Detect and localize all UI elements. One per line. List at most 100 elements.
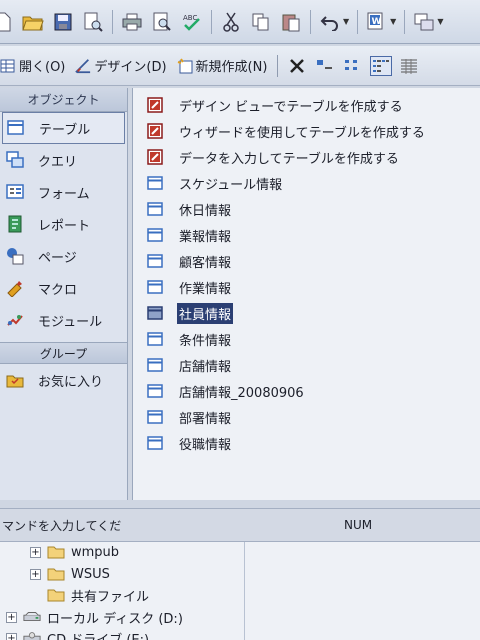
undo-dropdown-icon[interactable]: ▼	[343, 17, 349, 26]
new-file-icon[interactable]	[0, 11, 14, 33]
analyze-icon[interactable]	[413, 11, 435, 33]
table-item[interactable]: 部署情報	[147, 406, 233, 428]
open-folder-icon[interactable]	[22, 11, 44, 33]
toolbar-separator	[112, 9, 113, 34]
table-item[interactable]: 作業情報	[147, 276, 233, 298]
tree-item-label: ローカル ディスク (D:)	[47, 611, 183, 627]
object-modules[interactable]: モジュール	[0, 304, 127, 336]
table-name: 店舗情報	[179, 359, 232, 375]
group-favorites[interactable]: お気に入り	[0, 364, 127, 396]
table-name: 社員情報	[177, 302, 234, 324]
spellcheck-icon[interactable]: ABC	[181, 11, 203, 33]
table-icon	[147, 331, 163, 347]
report-icon	[6, 215, 24, 233]
small-icons-view-icon[interactable]	[342, 56, 364, 76]
object-tables[interactable]: テーブル	[2, 112, 125, 144]
tree-item-wsus[interactable]: + WSUS	[30, 564, 110, 584]
table-item[interactable]: 顧客情報	[147, 250, 233, 272]
shortcut-wizard[interactable]: ウィザードを使用してテーブルを作成する	[147, 120, 427, 142]
table-list-pane: デザイン ビューでテーブルを作成する ウィザードを使用してテーブルを作成する デ…	[132, 88, 480, 500]
delete-icon[interactable]	[286, 56, 308, 76]
table-icon	[147, 357, 163, 373]
expand-icon[interactable]: +	[30, 546, 41, 558]
design-shortcut-icon	[147, 97, 163, 113]
shortcut-design-view[interactable]: デザイン ビューでテーブルを作成する	[147, 94, 405, 116]
status-bar: マンドを入力してくだ NUM	[0, 508, 480, 542]
table-name: 休日情報	[179, 203, 232, 219]
cut-icon[interactable]	[220, 11, 242, 33]
open-table-icon	[0, 58, 16, 74]
undo-icon[interactable]	[319, 11, 341, 33]
tree-item-label: wmpub	[71, 544, 120, 560]
new-button[interactable]: 新規作成(N)	[177, 56, 268, 75]
page-icon	[6, 247, 24, 265]
shortcut-label: データを入力してテーブルを作成する	[179, 151, 399, 167]
expand-icon[interactable]: +	[6, 632, 17, 640]
save-icon[interactable]	[52, 11, 74, 33]
object-queries[interactable]: クエリ	[0, 144, 127, 176]
groups-header[interactable]: グループ	[0, 342, 127, 364]
expand-icon[interactable]: +	[6, 611, 17, 623]
tree-item-cd-drive-e[interactable]: + CD ドライブ (E:)	[6, 628, 149, 640]
table-icon	[147, 435, 163, 451]
table-icon	[147, 253, 163, 269]
table-name: 作業情報	[179, 281, 232, 297]
svg-text:ABC: ABC	[183, 14, 197, 22]
office-links-icon[interactable]: W	[366, 11, 388, 33]
status-message: マンドを入力してくだ	[2, 518, 122, 533]
tree-item-wmpub[interactable]: + wmpub	[30, 542, 119, 562]
print-preview-icon[interactable]	[151, 11, 173, 33]
open-button-label: 開く(O)	[19, 60, 66, 75]
object-pages[interactable]: ページ	[0, 240, 127, 272]
expand-icon[interactable]: +	[30, 568, 41, 580]
table-item[interactable]: 条件情報	[147, 328, 233, 350]
file-search-icon[interactable]	[82, 11, 104, 33]
design-button-label: デザイン(D)	[94, 60, 167, 75]
table-item-selected[interactable]: 社員情報	[147, 302, 234, 324]
object-macros[interactable]: マクロ	[0, 272, 127, 304]
table-item[interactable]: 役職情報	[147, 432, 233, 454]
object-forms[interactable]: フォーム	[0, 176, 127, 208]
table-item[interactable]: 店舗情報	[147, 354, 233, 376]
office-links-dropdown-icon[interactable]: ▼	[390, 17, 396, 26]
table-icon	[147, 227, 163, 243]
tree-item-label: CD ドライブ (E:)	[47, 632, 150, 640]
print-icon[interactable]	[121, 11, 143, 33]
analyze-dropdown-icon[interactable]: ▼	[437, 17, 443, 26]
folder-icon	[47, 567, 65, 581]
table-item[interactable]: 休日情報	[147, 198, 233, 220]
database-window-toolbar: 開く(O) デザイン(D) 新規作成(N)	[0, 46, 480, 86]
open-button[interactable]: 開く(O)	[0, 56, 65, 75]
toolbar-separator	[211, 9, 212, 34]
tree-item-shared-files[interactable]: 共有ファイル	[47, 585, 149, 605]
list-view-icon[interactable]	[370, 55, 393, 76]
table-item[interactable]: スケジュール情報	[147, 172, 284, 194]
table-icon	[147, 279, 163, 295]
new-object-icon	[177, 57, 193, 74]
group-favorites-label: お気に入り	[38, 374, 104, 390]
copy-icon[interactable]	[250, 11, 272, 33]
objects-header[interactable]: オブジェクト	[0, 88, 127, 112]
paste-icon[interactable]	[280, 11, 302, 33]
folder-icon	[47, 545, 65, 559]
toolbar-separator	[310, 9, 311, 34]
object-tables-label: テーブル	[39, 122, 91, 138]
form-icon	[6, 183, 24, 201]
object-reports[interactable]: レポート	[0, 208, 127, 240]
details-view-icon[interactable]	[398, 56, 420, 76]
table-icon	[147, 201, 163, 217]
table-item[interactable]: 業報情報	[147, 224, 233, 246]
large-icons-view-icon[interactable]	[314, 56, 336, 76]
wizard-shortcut-icon	[147, 123, 163, 139]
explorer-divider	[244, 542, 245, 640]
tree-item-local-disk-d[interactable]: + ローカル ディスク (D:)	[6, 607, 183, 627]
table-name: 店舗情報_20080906	[179, 385, 304, 401]
design-button[interactable]: デザイン(D)	[75, 56, 167, 75]
macro-icon	[6, 279, 24, 297]
table-item[interactable]: 店舗情報_20080906	[147, 380, 306, 402]
tree-item-label: WSUS	[71, 566, 110, 582]
shortcut-data-entry[interactable]: データを入力してテーブルを作成する	[147, 146, 401, 168]
cd-drive-icon	[23, 631, 41, 640]
new-button-label: 新規作成(N)	[195, 60, 268, 75]
table-name: 顧客情報	[179, 255, 232, 271]
